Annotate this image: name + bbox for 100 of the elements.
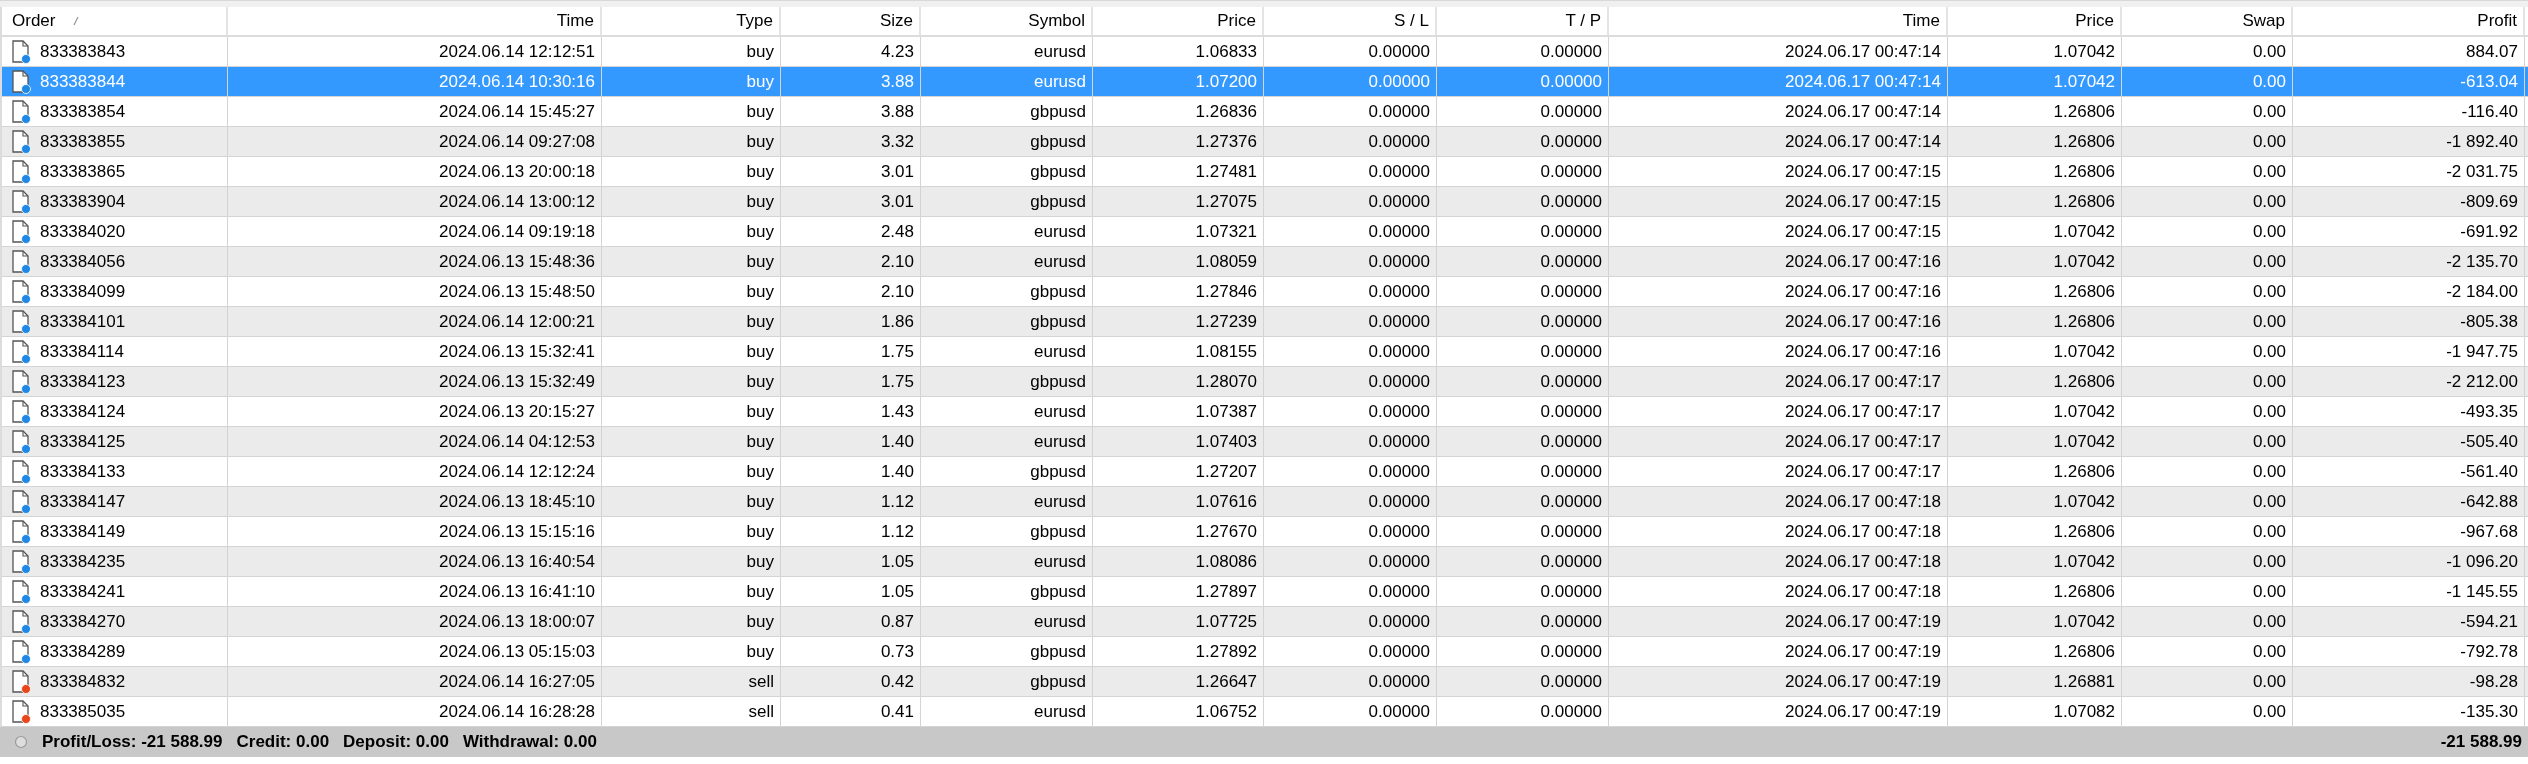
table-cell: 2024.06.17 00:47:16 (1609, 307, 1948, 336)
document-icon (10, 189, 32, 214)
table-cell: buy (602, 517, 781, 546)
column-header[interactable]: Profit (2293, 7, 2525, 35)
table-cell: 3.88 (781, 67, 921, 96)
table-cell: 1.27207 (1093, 457, 1264, 486)
table-cell: 884.07 (2293, 37, 2525, 66)
table-cell: 0.00000 (1264, 637, 1437, 666)
table-cell: 833384147 (40, 491, 126, 512)
table-cell: 1.27670 (1093, 517, 1264, 546)
table-cell: 2024.06.17 00:47:16 (1609, 277, 1948, 306)
table-cell: 1.07042 (1948, 487, 2122, 516)
table-cell: 0.00000 (1437, 607, 1609, 636)
column-header[interactable]: Order (2, 7, 228, 35)
table-cell: 833383843 (40, 41, 126, 62)
table-cell: 0.00000 (1264, 547, 1437, 576)
table-cell: 0.73 (781, 637, 921, 666)
table-row[interactable]: 833384235 2024.06.13 16:40:54 buy 1.05 eurusd 1.08086 0.00000 0.00000 2024.06.17 00:47:18 1.07042 0.00 -1 096.20 (2, 547, 2528, 577)
table-cell: 0.00000 (1264, 127, 1437, 156)
table-cell: 833384056 (40, 251, 126, 272)
table-row[interactable]: 833383904 2024.06.14 13:00:12 buy 3.01 gbpusd 1.27075 0.00000 0.00000 2024.06.17 00:47:15 1.26806 0.00 -809.69 (2, 187, 2528, 217)
table-cell: 833383844 (40, 71, 126, 92)
table-cell: -805.38 (2293, 307, 2525, 336)
table-row[interactable]: 833384270 2024.06.13 18:00:07 buy 0.87 eurusd 1.07725 0.00000 0.00000 2024.06.17 00:47:19 1.07042 0.00 -594.21 (2, 607, 2528, 637)
table-cell: 1.28070 (1093, 367, 1264, 396)
table-cell: 0.00 (2122, 427, 2293, 456)
table-row[interactable]: 833384123 2024.06.13 15:32:49 buy 1.75 gbpusd 1.28070 0.00000 0.00000 2024.06.17 00:47:17 1.26806 0.00 -2 212.00 (2, 367, 2528, 397)
column-header[interactable]: Size (781, 7, 921, 35)
table-row[interactable]: 833384133 2024.06.14 12:12:24 buy 1.40 gbpusd 1.27207 0.00000 0.00000 2024.06.17 00:47:17 1.26806 0.00 -561.40 (2, 457, 2528, 487)
table-row[interactable]: 833383843 2024.06.14 12:12:51 buy 4.23 eurusd 1.06833 0.00000 0.00000 2024.06.17 00:47:14 1.07042 0.00 884.07 (2, 37, 2528, 67)
table-cell: gbpusd (921, 367, 1093, 396)
table-row[interactable]: 833384114 2024.06.13 15:32:41 buy 1.75 eurusd 1.08155 0.00000 0.00000 2024.06.17 00:47:16 1.07042 0.00 -1 947.75 (2, 337, 2528, 367)
table-row[interactable]: 833383855 2024.06.14 09:27:08 buy 3.32 gbpusd 1.27376 0.00000 0.00000 2024.06.17 00:47:14 1.26806 0.00 -1 892.40 (2, 127, 2528, 157)
table-cell: buy (602, 367, 781, 396)
table-row[interactable]: 833384241 2024.06.13 16:41:10 buy 1.05 gbpusd 1.27897 0.00000 0.00000 2024.06.17 00:47:18 1.26806 0.00 -1 145.55 (2, 577, 2528, 607)
document-icon (10, 549, 32, 574)
table-cell: -809.69 (2293, 187, 2525, 216)
column-header[interactable]: T / P (1437, 7, 1609, 35)
table-cell: 1.08155 (1093, 337, 1264, 366)
table-cell: 1.26806 (1948, 637, 2122, 666)
document-icon (10, 309, 32, 334)
table-row[interactable]: 833384125 2024.06.14 04:12:53 buy 1.40 eurusd 1.07403 0.00000 0.00000 2024.06.17 00:47:17 1.07042 0.00 -505.40 (2, 427, 2528, 457)
table-row[interactable]: 833383854 2024.06.14 15:45:27 buy 3.88 gbpusd 1.26836 0.00000 0.00000 2024.06.17 00:47:14 1.26806 0.00 -116.40 (2, 97, 2528, 127)
table-row[interactable]: 833385035 2024.06.14 16:28:28 sell 0.41 eurusd 1.06752 0.00000 0.00000 2024.06.17 00:47:19 1.07082 0.00 -135.30 (2, 697, 2528, 727)
table-cell: gbpusd (921, 637, 1093, 666)
table-row[interactable]: 833384832 2024.06.14 16:27:05 sell 0.42 gbpusd 1.26647 0.00000 0.00000 2024.06.17 00:47:19 1.26881 0.00 -98.28 (2, 667, 2528, 697)
document-icon (10, 249, 32, 274)
column-header[interactable]: Swap (2122, 7, 2293, 35)
column-header[interactable]: Time (228, 7, 602, 35)
table-cell: 2024.06.17 00:47:17 (1609, 427, 1948, 456)
table-cell: 0.00000 (1264, 487, 1437, 516)
table-cell: 1.07042 (1948, 337, 2122, 366)
document-icon (10, 69, 32, 94)
column-header[interactable]: Symbol (921, 7, 1093, 35)
document-icon (10, 459, 32, 484)
column-header[interactable]: Type (602, 7, 781, 35)
table-cell: sell (602, 697, 781, 726)
column-header[interactable]: Price (1093, 7, 1264, 35)
table-cell: 0.00000 (1437, 307, 1609, 336)
column-header[interactable]: S / L (1264, 7, 1437, 35)
table-row[interactable]: 833384147 2024.06.13 18:45:10 buy 1.12 eurusd 1.07616 0.00000 0.00000 2024.06.17 00:47:18 1.07042 0.00 -642.88 (2, 487, 2528, 517)
table-cell: buy (602, 97, 781, 126)
table-cell: 1.26881 (1948, 667, 2122, 696)
table-cell: gbpusd (921, 127, 1093, 156)
table-row[interactable]: 833384124 2024.06.13 20:15:27 buy 1.43 eurusd 1.07387 0.00000 0.00000 2024.06.17 00:47:17 1.07042 0.00 -493.35 (2, 397, 2528, 427)
column-header[interactable]: Price (1948, 7, 2122, 35)
table-cell: 0.00000 (1264, 187, 1437, 216)
table-cell: 1.26806 (1948, 187, 2122, 216)
table-cell: 2024.06.14 12:12:24 (228, 457, 602, 486)
table-cell: -1 096.20 (2293, 547, 2525, 576)
table-cell: 1.07042 (1948, 67, 2122, 96)
document-icon (10, 129, 32, 154)
table-cell: 833384020 (40, 221, 126, 242)
table-cell: 0.00000 (1264, 577, 1437, 606)
table-row[interactable]: 833384289 2024.06.13 05:15:03 buy 0.73 gbpusd 1.27892 0.00000 0.00000 2024.06.17 00:47:19 1.26806 0.00 -792.78 (2, 637, 2528, 667)
table-cell: 1.26806 (1948, 517, 2122, 546)
table-cell: 2024.06.13 15:48:50 (228, 277, 602, 306)
table-cell: 833384270 (40, 611, 126, 632)
table-cell: 1.27239 (1093, 307, 1264, 336)
table-cell: 1.07042 (1948, 427, 2122, 456)
table-row[interactable]: 833384101 2024.06.14 12:00:21 buy 1.86 gbpusd 1.27239 0.00000 0.00000 2024.06.17 00:47:16 1.26806 0.00 -805.38 (2, 307, 2528, 337)
table-cell: 1.40 (781, 457, 921, 486)
table-cell: 0.00000 (1264, 97, 1437, 126)
document-icon (10, 339, 32, 364)
table-row[interactable]: 833384020 2024.06.14 09:19:18 buy 2.48 eurusd 1.07321 0.00000 0.00000 2024.06.17 00:47:15 1.07042 0.00 -691.92 (2, 217, 2528, 247)
table-row[interactable]: 833384149 2024.06.13 15:15:16 buy 1.12 gbpusd 1.27670 0.00000 0.00000 2024.06.17 00:47:18 1.26806 0.00 -967.68 (2, 517, 2528, 547)
table-cell: -1 947.75 (2293, 337, 2525, 366)
table-cell: 0.00000 (1437, 667, 1609, 696)
table-cell: 1.07042 (1948, 247, 2122, 276)
table-cell: 0.00 (2122, 67, 2293, 96)
table-row[interactable]: 833384099 2024.06.13 15:48:50 buy 2.10 gbpusd 1.27846 0.00000 0.00000 2024.06.17 00:47:16 1.26806 0.00 -2 184.00 (2, 277, 2528, 307)
table-cell: 0.00000 (1264, 697, 1437, 726)
table-row[interactable]: 833383865 2024.06.13 20:00:18 buy 3.01 gbpusd 1.27481 0.00000 0.00000 2024.06.17 00:47:15 1.26806 0.00 -2 031.75 (2, 157, 2528, 187)
table-cell: 0.00 (2122, 637, 2293, 666)
table-cell: 2024.06.14 16:27:05 (228, 667, 602, 696)
column-header[interactable]: Time (1609, 7, 1948, 35)
table-cell: 0.00000 (1264, 397, 1437, 426)
table-row[interactable]: 833384056 2024.06.13 15:48:36 buy 2.10 eurusd 1.08059 0.00000 0.00000 2024.06.17 00:47:16 1.07042 0.00 -2 135.70 (2, 247, 2528, 277)
table-cell: 1.27075 (1093, 187, 1264, 216)
table-cell: 1.75 (781, 337, 921, 366)
